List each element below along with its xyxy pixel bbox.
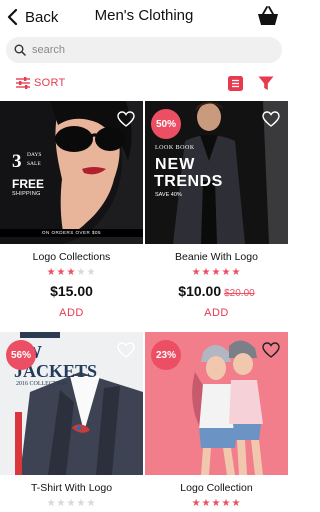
star-icon: ★: [46, 498, 57, 509]
star-icon: ★: [46, 267, 57, 278]
page-title: Men's Clothing: [94, 7, 194, 24]
star-icon: ★: [201, 267, 212, 278]
search-input[interactable]: [32, 44, 262, 56]
price-row: $15.00: [0, 283, 143, 301]
promo-free: FREE: [12, 177, 45, 191]
promo-days-word: DAYS: [27, 152, 42, 158]
sort-label: SORT: [34, 77, 66, 89]
product-name: Logo Collection: [180, 482, 253, 494]
filter-icon[interactable]: [258, 76, 274, 91]
star-icon: ★: [66, 498, 77, 509]
price: $10.00: [178, 283, 222, 299]
promo-days-number: 3: [12, 151, 22, 172]
star-icon: ★: [191, 267, 202, 278]
discount-badge: 23%: [151, 340, 181, 370]
promo-lookbook: LOOK BOOK: [155, 145, 195, 151]
heart-icon[interactable]: [117, 111, 135, 127]
star-icon: ★: [56, 498, 67, 509]
product-card[interactable]: 3 DAYS SALE FREE SHIPPING ON ORDERS OVER…: [0, 101, 143, 325]
sliders-icon: [16, 77, 30, 89]
heart-icon[interactable]: [262, 342, 280, 358]
sort-button[interactable]: SORT: [15, 76, 66, 90]
product-name: Beanie With Logo: [175, 251, 258, 263]
product-card[interactable]: LOOK BOOK NEW TRENDS SAVE 40% 50% Beanie…: [145, 101, 288, 325]
star-icon: ★: [211, 498, 222, 509]
add-button[interactable]: ADD: [145, 307, 288, 319]
toolbar: SORT: [0, 70, 288, 98]
promo-save: SAVE 40%: [155, 192, 182, 198]
promo-collection: 2016 COLLECTION: [16, 381, 68, 387]
star-icon: ★: [201, 498, 212, 509]
star-icon: ★: [86, 498, 97, 509]
price-row: $10.00 $20.00: [145, 283, 288, 301]
promo-new: NEW: [155, 156, 196, 173]
search-icon: [14, 44, 26, 56]
promo-footer: ON ORDERS OVER $05: [0, 229, 143, 237]
star-icon: ★: [231, 498, 242, 509]
promo-shipping: SHIPPING: [12, 191, 41, 197]
star-icon: ★: [221, 267, 232, 278]
rating-stars: ★★★★★: [0, 267, 143, 278]
heart-icon[interactable]: [117, 342, 135, 358]
rating-stars: ★★★★★: [145, 498, 288, 509]
star-icon: ★: [66, 267, 77, 278]
promo-sale-word: SALE: [27, 161, 41, 167]
star-icon: ★: [231, 267, 242, 278]
rating-stars: ★★★★★: [145, 267, 288, 278]
discount-badge: 50%: [151, 109, 181, 139]
discount-badge: 56%: [6, 340, 36, 370]
price: $15.00: [50, 283, 93, 299]
product-card[interactable]: 23% Logo Collection ★★★★★: [145, 332, 288, 512]
add-button[interactable]: ADD: [0, 307, 143, 319]
heart-icon[interactable]: [262, 111, 280, 127]
product-name: T-Shirt With Logo: [30, 482, 113, 494]
star-icon: ★: [56, 267, 67, 278]
old-price: $20.00: [224, 288, 255, 299]
product-name: Logo Collections: [32, 251, 111, 263]
promo-trends: TRENDS: [154, 173, 223, 190]
star-icon: ★: [86, 267, 97, 278]
app-header: Back Men's Clothing: [0, 0, 288, 34]
list-view-icon[interactable]: [228, 76, 243, 91]
star-icon: ★: [211, 267, 222, 278]
product-card[interactable]: W JACKETS 2016 COLLECTION 56% T-Shirt Wi…: [0, 332, 143, 512]
search-bar: [6, 37, 282, 63]
star-icon: ★: [191, 498, 202, 509]
star-icon: ★: [76, 267, 87, 278]
basket-icon[interactable]: [257, 6, 279, 26]
star-icon: ★: [76, 498, 87, 509]
rating-stars: ★★★★★: [0, 498, 143, 509]
star-icon: ★: [221, 498, 232, 509]
